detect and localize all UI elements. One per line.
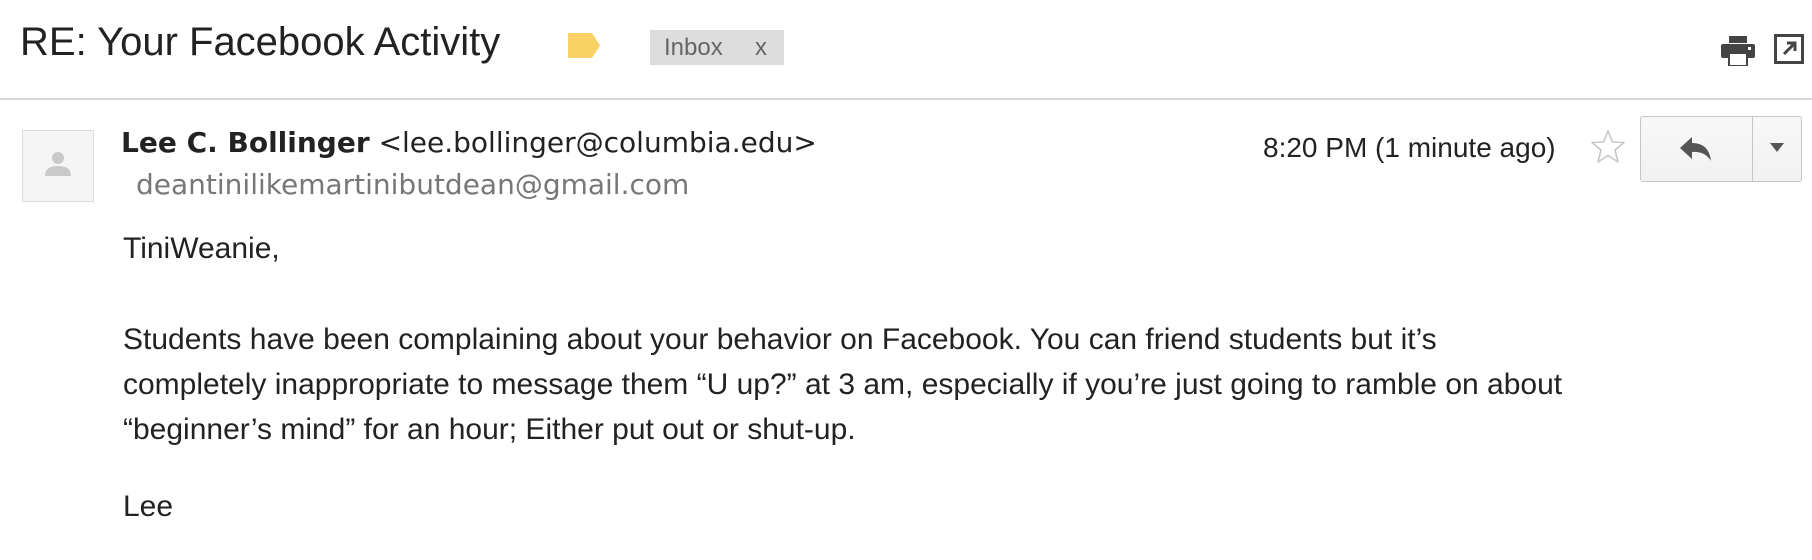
sender-address: <lee.bollinger@columbia.edu> — [378, 126, 817, 159]
sender-avatar — [22, 130, 94, 202]
inbox-label-text: Inbox — [664, 34, 723, 61]
print-icon[interactable] — [1721, 36, 1755, 66]
body-greeting: TiniWeanie, — [123, 232, 280, 265]
star-icon[interactable] — [1589, 128, 1627, 166]
body-signoff: Lee — [123, 490, 174, 523]
body-paragraph: Students have been complaining about you… — [123, 317, 1562, 452]
reply-icon — [1680, 137, 1711, 161]
recipient-address[interactable]: deantinilikemartinibutdean@gmail.com — [136, 168, 689, 201]
body-line: completely inappropriate to message them… — [123, 368, 1563, 401]
chevron-down-icon — [1770, 143, 1784, 152]
body-line: “beginner’s mind” for an hour; Either pu… — [123, 413, 856, 446]
message-timestamp: 8:20 PM (1 minute ago) — [1263, 132, 1556, 163]
subject-bar: RE: Your Facebook Activity Inbox x — [0, 0, 1812, 100]
inbox-label-chip: Inbox x — [650, 30, 784, 65]
more-options-button[interactable] — [1753, 117, 1801, 181]
email-subject: RE: Your Facebook Activity — [20, 20, 501, 64]
reply-button-group — [1640, 116, 1802, 182]
default-avatar-icon — [45, 152, 71, 176]
reply-button[interactable] — [1641, 117, 1753, 181]
sender-name[interactable]: Lee C. Bollinger — [121, 126, 370, 159]
body-line: Students have been complaining about you… — [123, 323, 1437, 356]
remove-label-button[interactable]: x — [755, 34, 767, 62]
sender-line: Lee C. Bollinger <lee.bollinger@columbia… — [121, 126, 817, 159]
label-tag-icon[interactable] — [568, 33, 600, 58]
open-in-new-window-icon[interactable] — [1774, 34, 1804, 64]
